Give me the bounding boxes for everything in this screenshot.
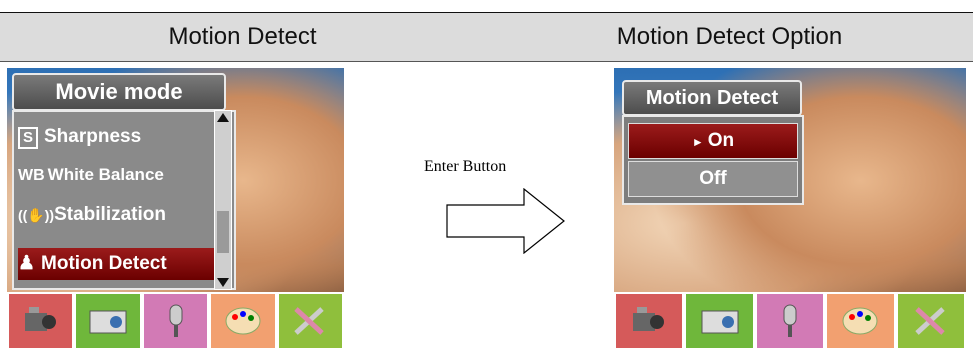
stabilization-hand-icon: ((✋)) — [18, 207, 55, 223]
camera-tab[interactable] — [684, 292, 755, 350]
movie-camera-icon — [24, 307, 56, 331]
menu-item-sharpness[interactable]: S Sharpness — [18, 120, 230, 154]
tools-icon — [915, 307, 945, 335]
palette-tab[interactable] — [209, 292, 277, 350]
table-header: Motion Detect Motion Detect Option — [0, 12, 973, 62]
motion-figure-icon: ♟ — [18, 253, 36, 274]
menu-item-label: Stabilization — [54, 204, 166, 225]
menu-item-label: Motion Detect — [41, 253, 167, 274]
movie-camera-tab[interactable] — [7, 292, 75, 350]
camera-icon — [89, 310, 127, 334]
movie-mode-menu: S Sharpness WB White Balance ((✋))Stabiliz… — [12, 110, 236, 290]
microphone-icon — [783, 304, 797, 337]
scroll-up-icon[interactable] — [217, 113, 229, 122]
mode-icon-bar — [7, 292, 344, 350]
menu-item-stabilization[interactable]: ((✋))Stabilization — [18, 198, 230, 232]
movie-camera-icon — [633, 307, 665, 331]
microphone-tab[interactable] — [754, 292, 826, 350]
menu-item-motion-detect[interactable]: ♟ Motion Detect — [18, 248, 230, 280]
tools-icon — [294, 307, 325, 335]
motion-detect-options: ► On Off — [622, 115, 804, 205]
menu-scrollbar[interactable] — [214, 110, 232, 290]
palette-icon — [225, 307, 261, 335]
selection-marker-icon: ► — [691, 135, 704, 149]
camera-icon — [701, 310, 739, 334]
right-camera-screen: Motion Detect ► On Off — [614, 68, 966, 350]
menu-item-label: White Balance — [47, 165, 164, 184]
option-label: Off — [699, 168, 727, 189]
scroll-down-icon[interactable] — [217, 278, 229, 287]
option-off[interactable]: Off — [628, 161, 798, 197]
left-camera-screen: Movie mode S Sharpness WB White Balance ((… — [7, 68, 344, 350]
tools-tab[interactable] — [895, 292, 966, 350]
wb-icon: WB — [18, 167, 45, 184]
palette-icon — [842, 307, 878, 335]
motion-detect-title: Motion Detect — [622, 80, 802, 116]
option-on[interactable]: ► On — [628, 123, 798, 159]
menu-item-white-balance[interactable]: WB White Balance — [18, 158, 230, 192]
enter-button-label: Enter Button — [424, 158, 507, 175]
left-column-title: Motion Detect — [168, 23, 317, 50]
microphone-tab[interactable] — [141, 292, 210, 350]
scroll-thumb[interactable] — [217, 211, 229, 253]
right-column-title: Motion Detect Option — [616, 23, 843, 50]
palette-tab[interactable] — [825, 292, 896, 350]
menu-item-label: Sharpness — [44, 126, 142, 147]
movie-mode-title: Movie mode — [12, 73, 226, 111]
right-arrow-icon — [446, 188, 565, 254]
sharpness-icon: S — [18, 127, 38, 149]
movie-camera-tab[interactable] — [614, 292, 685, 350]
camera-tab[interactable] — [74, 292, 142, 350]
microphone-icon — [169, 304, 183, 337]
option-label: On — [707, 130, 735, 151]
tools-tab[interactable] — [276, 292, 344, 350]
mode-icon-bar — [614, 292, 966, 350]
